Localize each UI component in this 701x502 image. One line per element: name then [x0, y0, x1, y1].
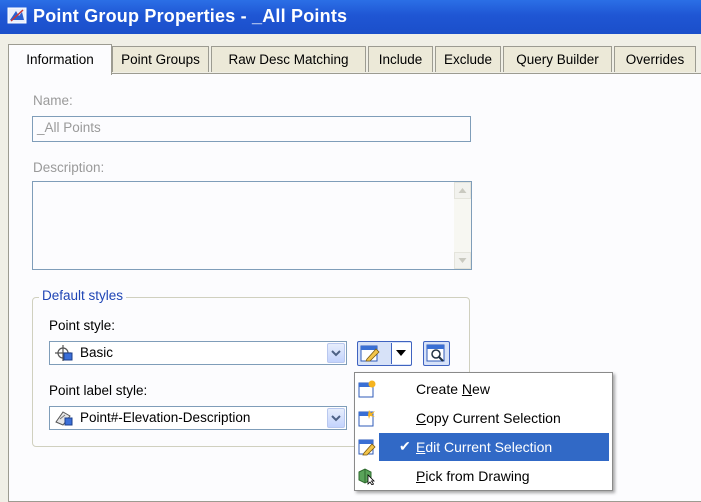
description-label: Description:: [33, 160, 105, 175]
style-actions-menu: Create New Copy Current Selection ✔ Edit…: [354, 372, 613, 491]
point-label-style-dropdown-button[interactable]: [327, 408, 345, 428]
edit-style-split-button[interactable]: [357, 341, 412, 366]
point-style-icon: [55, 345, 73, 361]
description-scrollbar[interactable]: [454, 182, 471, 269]
point-style-label: Point style:: [49, 318, 116, 333]
window-title: Point Group Properties - _All Points: [33, 6, 348, 26]
menu-item-edit-current-selection[interactable]: ✔ Edit Current Selection: [355, 433, 612, 461]
name-field[interactable]: _All Points: [32, 116, 471, 142]
preview-style-button[interactable]: [423, 341, 450, 366]
menu-item-create-new[interactable]: Create New: [355, 375, 612, 403]
menu-item-label: Create New: [416, 381, 490, 397]
point-label-style-icon: [55, 411, 73, 426]
menu-item-pick-from-drawing[interactable]: Pick from Drawing: [355, 462, 612, 490]
menu-item-label: Edit Current Selection: [416, 439, 553, 455]
arrow-down-icon: [396, 350, 406, 356]
arrow-up-icon: [458, 188, 467, 193]
tab-exclude[interactable]: Exclude: [435, 46, 501, 72]
tab-raw-desc-matching[interactable]: Raw Desc Matching: [211, 46, 366, 72]
copy-selection-icon: [358, 410, 375, 427]
point-label-style-value: Point#-Elevation-Description: [80, 410, 251, 425]
tab-information[interactable]: Information: [8, 44, 112, 75]
name-label: Name:: [33, 93, 73, 108]
scroll-up-button[interactable]: [454, 182, 471, 199]
edit-style-dropdown-arrow[interactable]: [391, 343, 411, 364]
point-label-style-label: Point label style:: [49, 383, 148, 398]
tab-point-groups[interactable]: Point Groups: [112, 46, 209, 72]
edit-selection-icon: [358, 439, 376, 456]
point-style-dropdown-button[interactable]: [327, 343, 345, 363]
tab-query-builder[interactable]: Query Builder: [503, 46, 612, 72]
tab-overrides[interactable]: Overrides: [614, 46, 696, 72]
menu-item-copy-current-selection[interactable]: Copy Current Selection: [355, 404, 612, 432]
arrow-down-icon: [458, 258, 467, 263]
name-field-value: _All Points: [37, 120, 101, 135]
checkmark-icon: ✔: [399, 438, 411, 454]
chevron-down-icon: [331, 350, 341, 357]
edit-style-icon: [360, 345, 380, 362]
default-styles-legend: Default styles: [39, 288, 127, 303]
point-label-style-combo[interactable]: Point#-Elevation-Description: [49, 406, 347, 430]
preview-icon: [426, 344, 445, 362]
scroll-down-button[interactable]: [454, 252, 471, 269]
app-icon: [7, 7, 27, 24]
point-style-value: Basic: [80, 345, 114, 360]
menu-item-label: Pick from Drawing: [416, 468, 530, 484]
pick-from-drawing-icon: [358, 468, 375, 485]
description-field[interactable]: [32, 181, 472, 270]
menu-item-label: Copy Current Selection: [416, 410, 561, 426]
title-bar: Point Group Properties - _All Points: [0, 0, 701, 34]
create-new-icon: [358, 380, 376, 398]
chevron-down-icon: [331, 415, 341, 422]
tab-include[interactable]: Include: [368, 46, 433, 72]
point-style-combo[interactable]: Basic: [49, 341, 347, 365]
